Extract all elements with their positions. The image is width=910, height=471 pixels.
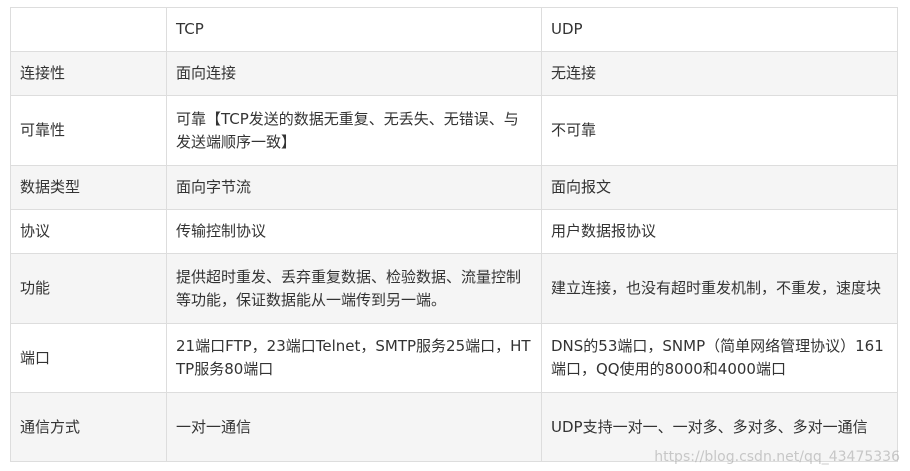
udp-value-cell: 建立连接，也没有超时重发机制，不重发，速度块 (541, 253, 898, 324)
table-row: 协议 传输控制协议 用户数据报协议 (10, 209, 898, 254)
udp-value-cell: 不可靠 (541, 95, 898, 166)
row-label-cell: 数据类型 (10, 165, 167, 210)
table-row: 功能 提供超时重发、丢弃重复数据、检验数据、流量控制等功能，保证数据能从一端传到… (10, 253, 898, 324)
tcp-value-cell: 面向字节流 (166, 165, 542, 210)
tcp-value-cell: 提供超时重发、丢弃重复数据、检验数据、流量控制等功能，保证数据能从一端传到另一端… (166, 253, 542, 324)
tcp-value-cell: 可靠【TCP发送的数据无重复、无丢失、无错误、与发送端顺序一致】 (166, 95, 542, 166)
tcp-value-cell: 一对一通信 (166, 392, 542, 462)
row-label-cell: 端口 (10, 323, 167, 393)
row-label-cell: 通信方式 (10, 392, 167, 462)
row-label-cell: 功能 (10, 253, 167, 324)
table-row: 数据类型 面向字节流 面向报文 (10, 165, 898, 210)
table-row: 可靠性 可靠【TCP发送的数据无重复、无丢失、无错误、与发送端顺序一致】 不可靠 (10, 95, 898, 166)
header-row: TCP UDP (10, 7, 898, 52)
udp-value-cell: 无连接 (541, 51, 898, 96)
header-corner-cell (10, 7, 167, 52)
header-tcp-cell: TCP (166, 7, 542, 52)
tcp-udp-comparison-table: TCP UDP 连接性 面向连接 无连接 可靠性 可靠【TCP发送的数据无重复、… (10, 7, 898, 462)
udp-value-cell: 面向报文 (541, 165, 898, 210)
header-udp-cell: UDP (541, 7, 898, 52)
row-label-cell: 协议 (10, 209, 167, 254)
udp-value-cell: DNS的53端口，SNMP（简单网络管理协议）161端口，QQ使用的8000和4… (541, 323, 898, 393)
row-label-cell: 连接性 (10, 51, 167, 96)
table-row: 端口 21端口FTP，23端口Telnet，SMTP服务25端口，HTTP服务8… (10, 323, 898, 393)
udp-value-cell: 用户数据报协议 (541, 209, 898, 254)
table-row: 连接性 面向连接 无连接 (10, 51, 898, 96)
row-label-cell: 可靠性 (10, 95, 167, 166)
source-watermark: https://blog.csdn.net/qq_43475336 (654, 449, 900, 465)
tcp-value-cell: 面向连接 (166, 51, 542, 96)
tcp-value-cell: 21端口FTP，23端口Telnet，SMTP服务25端口，HTTP服务80端口 (166, 323, 542, 393)
tcp-value-cell: 传输控制协议 (166, 209, 542, 254)
